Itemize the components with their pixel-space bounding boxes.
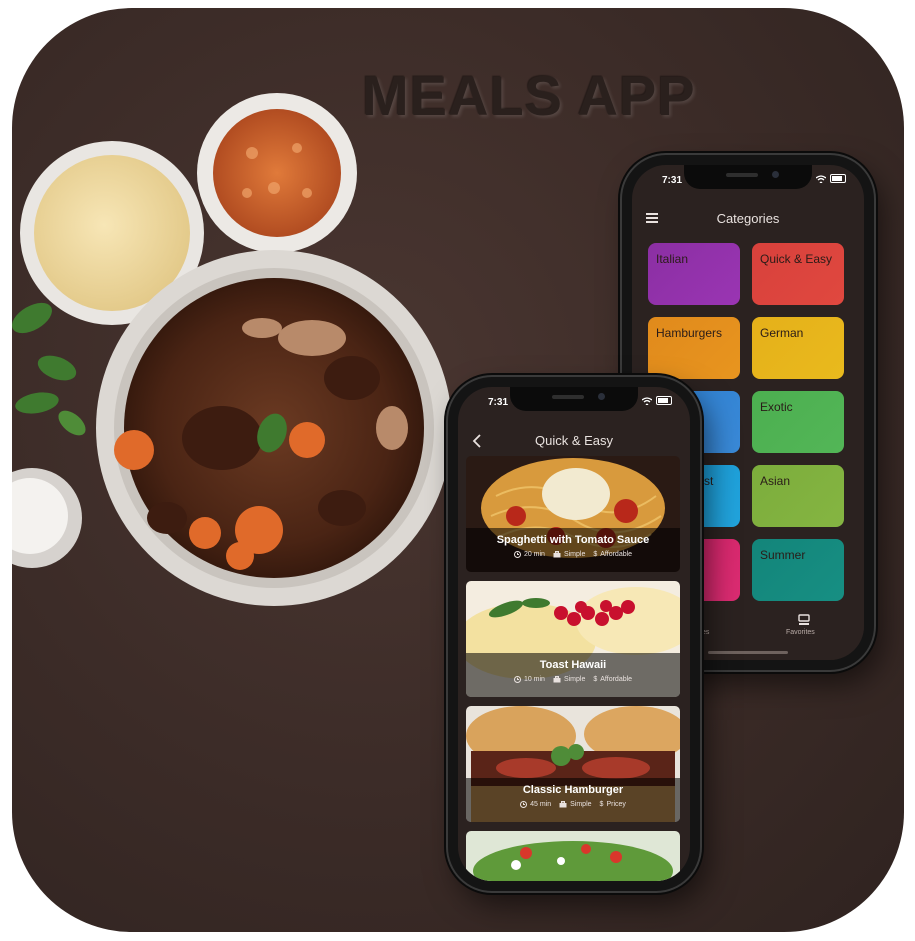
meal-caption: Spaghetti with Tomato Sauce 20 min Simpl… [466, 528, 680, 572]
meal-image [466, 831, 680, 881]
category-label: Asian [760, 474, 791, 488]
category-label: Italian [656, 252, 689, 266]
categories-title: Categories [716, 210, 780, 226]
briefcase-icon [559, 801, 567, 808]
categories-app-bar: Categories [632, 201, 864, 235]
meal-title: Spaghetti with Tomato Sauce [496, 534, 650, 546]
clock-icon [513, 676, 521, 683]
menu-icon[interactable] [646, 213, 658, 223]
meal-caption: Toast Hawaii 10 min Simple $ Affordable [466, 653, 680, 697]
favorites-icon[interactable] [798, 614, 810, 626]
category-tile[interactable]: German [752, 317, 844, 379]
meal-duration: 10 min [523, 676, 545, 683]
meal-title: Classic Hamburger [522, 784, 624, 796]
meal-complexity: Simple [570, 801, 592, 808]
briefcase-icon [553, 676, 561, 683]
category-label: Summer [760, 548, 806, 562]
meal-title: Toast Hawaii [539, 659, 607, 671]
food-illustration [12, 93, 452, 606]
battery-icon [656, 396, 672, 405]
wifi-icon [642, 396, 652, 405]
quick-easy-title: Quick & Easy [534, 432, 614, 448]
tab-favorites-label[interactable]: Favorites [786, 629, 815, 636]
category-label: Hamburgers [656, 326, 723, 340]
phone-notch [684, 165, 812, 189]
meal-meta: 20 min Simple $ Affordable [466, 551, 680, 558]
meal-affordability: Affordable [600, 551, 633, 558]
clock-icon [513, 551, 521, 558]
meal-meta: 45 min Simple $ Pricey [466, 801, 680, 808]
category-label: Exotic [760, 400, 793, 414]
promo-card: MEALS APP 7:31 Categories Italian Quick … [12, 8, 904, 932]
quick-easy-screen: 7:31 Quick & Easy Spaghetti with Tomato … [458, 387, 690, 881]
category-label: Quick & Easy [760, 252, 833, 266]
quick-easy-app-bar: Quick & Easy [458, 423, 690, 457]
meal-card[interactable]: Classic Hamburger 45 min Simple $ Pricey [466, 706, 680, 822]
home-indicator [708, 651, 788, 654]
status-time: 7:31 [488, 397, 509, 408]
phone-notch [510, 387, 638, 411]
category-tile[interactable]: Quick & Easy [752, 243, 844, 305]
meal-affordability: Affordable [600, 676, 633, 683]
category-tile[interactable]: Hamburgers [648, 317, 740, 379]
wifi-icon [816, 174, 826, 183]
category-tile[interactable]: Italian [648, 243, 740, 305]
briefcase-icon [553, 551, 561, 558]
category-tile[interactable]: Exotic [752, 391, 844, 453]
meal-affordability: Pricey [606, 801, 626, 808]
tab-categories-label[interactable]: es [702, 629, 709, 636]
meal-card[interactable] [466, 831, 680, 881]
meal-duration: 45 min [530, 801, 552, 808]
category-tile[interactable]: Summer [752, 539, 844, 601]
dollar-icon: $ [593, 551, 598, 558]
meal-caption: Classic Hamburger 45 min Simple $ Pricey [466, 778, 680, 822]
meal-duration: 20 min [523, 551, 545, 558]
category-tile[interactable]: Asian [752, 465, 844, 527]
back-chevron-icon[interactable] [472, 434, 482, 448]
dollar-icon: $ [599, 801, 604, 808]
battery-icon [830, 174, 846, 183]
dollar-icon: $ [593, 676, 598, 683]
meal-card[interactable]: Spaghetti with Tomato Sauce 20 min Simpl… [466, 456, 680, 572]
quick-easy-phone: 7:31 Quick & Easy Spaghetti with Tomato … [448, 377, 700, 891]
clock-icon [520, 801, 528, 808]
meal-meta: 10 min Simple $ Affordable [466, 676, 680, 683]
status-time: 7:31 [662, 175, 683, 186]
meal-card[interactable]: Toast Hawaii 10 min Simple $ Affordable [466, 581, 680, 697]
category-label: st [704, 474, 714, 488]
meal-complexity: Simple [563, 551, 586, 558]
meal-complexity: Simple [563, 676, 586, 683]
category-label: German [760, 326, 804, 340]
